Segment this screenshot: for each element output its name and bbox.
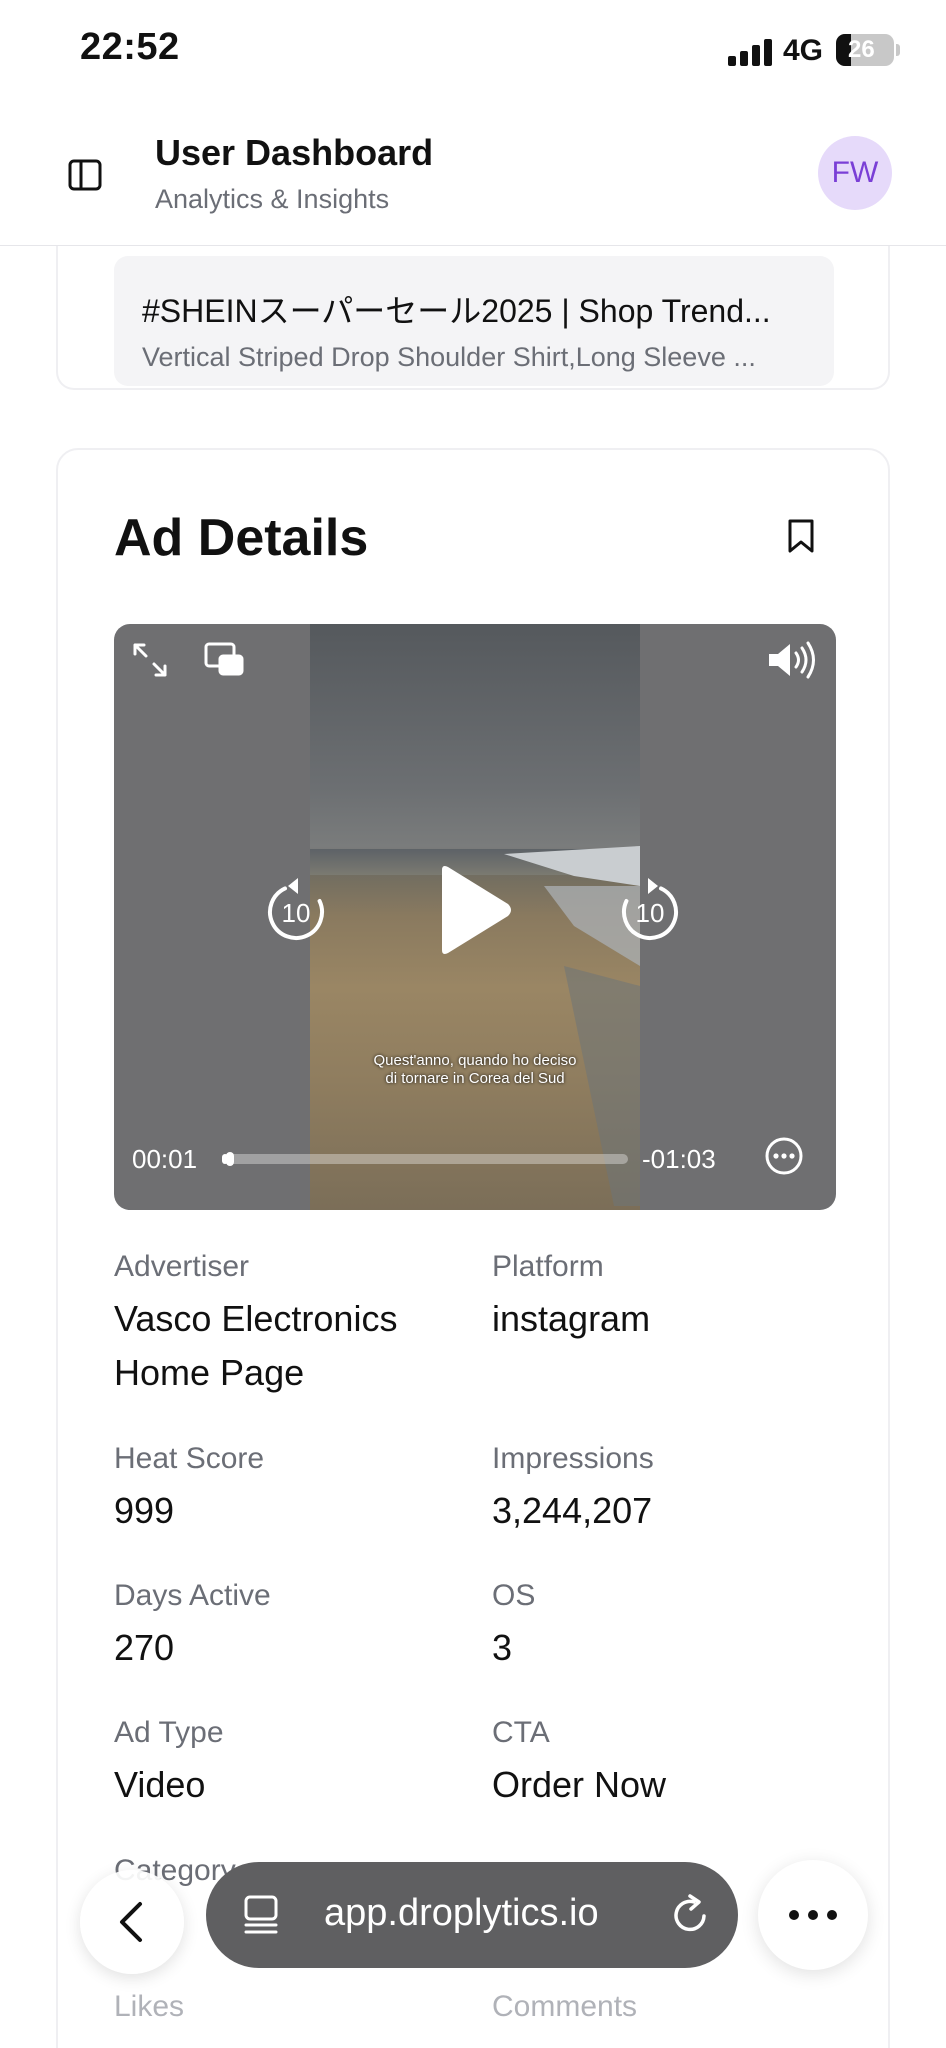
browser-more-button[interactable] (758, 1860, 868, 1970)
skip-forward-button[interactable]: 10 (618, 876, 682, 947)
avatar[interactable]: FW (818, 136, 892, 210)
more-options-icon[interactable] (764, 1136, 804, 1181)
video-caption-line-1: Quest'anno, quando ho deciso (373, 1052, 577, 1069)
heat-score-value: 999 (114, 1490, 175, 1531)
os-label: OS (492, 1579, 536, 1612)
ad-description: Vertical Striped Drop Shoulder Shirt,Lon… (142, 342, 756, 372)
video-caption: Quest'anno, quando ho deciso di tornare … (310, 1052, 640, 1088)
cta-value: Order Now (492, 1764, 667, 1805)
impressions-value: 3,244,207 (492, 1490, 653, 1531)
likes-label: Likes (114, 1990, 185, 2023)
video-progress-bar[interactable] (222, 1152, 628, 1166)
platform-label: Platform (492, 1250, 604, 1283)
heat-score-label: Heat Score (114, 1442, 265, 1475)
sidebar-toggle-icon[interactable] (68, 158, 102, 192)
status-time: 22:52 (80, 26, 180, 68)
reload-icon[interactable] (672, 1894, 712, 1936)
browser-address-bar[interactable]: app.droplytics.io (206, 1862, 738, 1968)
cta-label: CTA (492, 1716, 550, 1749)
video-player[interactable]: Quest'anno, quando ho deciso di tornare … (114, 624, 836, 1210)
days-active-value: 270 (114, 1627, 175, 1668)
page-subtitle: Analytics & Insights (155, 184, 390, 214)
expand-icon[interactable] (130, 640, 170, 685)
os-value: 3 (492, 1627, 513, 1668)
picture-in-picture-icon[interactable] (204, 642, 244, 683)
advertiser-label: Advertiser (114, 1250, 250, 1283)
battery-icon: 26 (836, 34, 894, 66)
video-time-remaining: -01:03 (642, 1144, 716, 1174)
battery-percent: 26 (848, 36, 875, 63)
ad-type-value: Video (114, 1764, 206, 1805)
volume-icon[interactable] (766, 640, 820, 685)
advertiser-value: Vasco Electronics Home Page (114, 1298, 398, 1393)
more-icon (789, 1910, 837, 1920)
platform-value: instagram (492, 1298, 651, 1339)
video-caption-line-2: di tornare in Corea del Sud (385, 1070, 565, 1087)
video-progress-knob[interactable] (226, 1152, 235, 1166)
status-bar: 22:52 4G 26 (0, 0, 946, 100)
signal-strength-icon (728, 38, 772, 66)
comments-label: Comments (492, 1990, 638, 2023)
app-page: 22:52 4G 26 User Dashboard Analytics & I… (0, 0, 946, 2048)
skip-forward-seconds: 10 (636, 898, 665, 928)
impressions-label: Impressions (492, 1442, 654, 1475)
tab-overview-icon[interactable] (242, 1894, 282, 1936)
battery-cap (896, 44, 900, 56)
app-header: User Dashboard Analytics & Insights FW (0, 100, 946, 246)
browser-back-button[interactable] (80, 1870, 184, 1974)
ad-text-box[interactable]: #SHEINスーパーセール2025 | Shop Trend... Vertic… (114, 256, 834, 386)
chevron-left-icon (120, 1902, 142, 1942)
play-icon[interactable] (434, 864, 514, 961)
browser-url[interactable]: app.droplytics.io (324, 1892, 599, 1935)
ad-title: #SHEINスーパーセール2025 | Shop Trend... (142, 293, 771, 329)
bookmark-icon[interactable] (786, 518, 816, 554)
ad-details-title: Ad Details (114, 509, 369, 567)
days-active-label: Days Active (114, 1579, 271, 1612)
ad-details-card: Ad Details Quest'anno, quando ho deciso … (56, 448, 890, 2048)
video-time-current: 00:01 (132, 1144, 198, 1174)
page-title: User Dashboard (155, 132, 434, 173)
skip-back-seconds: 10 (282, 898, 311, 928)
skip-back-button[interactable]: 10 (264, 876, 328, 947)
ad-type-label: Ad Type (114, 1716, 224, 1749)
network-type: 4G (783, 34, 824, 67)
